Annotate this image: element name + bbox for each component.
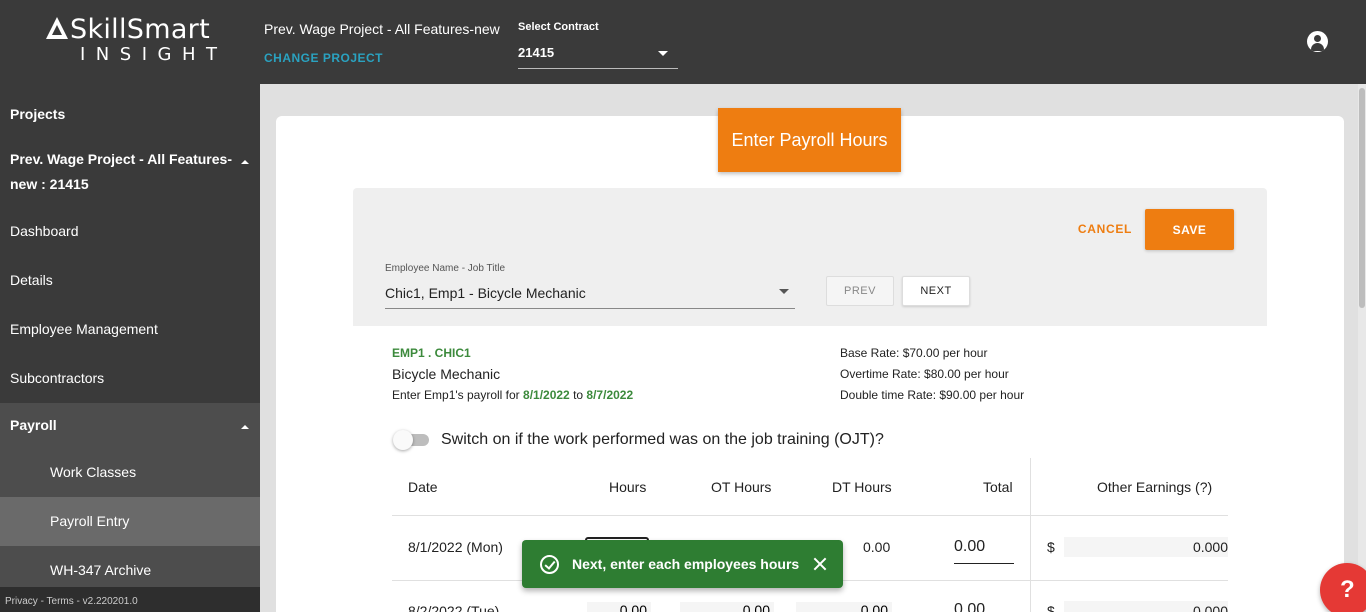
hours-input[interactable]: 0.00 bbox=[587, 602, 651, 612]
version-text: - v2.220201.0 bbox=[73, 596, 138, 607]
row-dt-hours: 0.00 bbox=[863, 539, 891, 555]
other-earnings-input[interactable]: 0.000 bbox=[1064, 601, 1228, 612]
double-time-rate: Double time Rate: $90.00 per hour bbox=[840, 388, 1025, 402]
chevron-down-icon bbox=[779, 289, 789, 294]
page-title: Enter Payroll Hours bbox=[718, 108, 901, 172]
row-total: 0.00 bbox=[954, 538, 1014, 564]
check-circle-icon bbox=[540, 555, 559, 574]
sidebar-item-subcontractors[interactable]: Subcontractors bbox=[0, 370, 260, 390]
current-project-name: Prev. Wage Project - All Features-new bbox=[264, 21, 500, 37]
row-total: 0.00 bbox=[954, 601, 986, 612]
sidebar-item-work-classes[interactable]: Work Classes bbox=[0, 448, 260, 497]
column-header-total: Total bbox=[983, 479, 1013, 495]
ojt-toggle-label: Switch on if the work performed was on t… bbox=[441, 431, 884, 448]
period-end: 8/7/2022 bbox=[586, 388, 634, 402]
table-divider bbox=[392, 515, 1228, 516]
column-header-other-earnings[interactable]: Other Earnings (?) bbox=[1097, 479, 1212, 495]
chevron-down-icon bbox=[658, 51, 668, 56]
contract-select-label: Select Contract bbox=[518, 21, 599, 33]
sidebar-item-employee-management[interactable]: Employee Management bbox=[0, 321, 260, 341]
sidebar-item-projects[interactable]: Projects bbox=[0, 106, 260, 126]
help-button[interactable]: ? bbox=[1320, 563, 1366, 612]
sidebar-item-details[interactable]: Details bbox=[0, 272, 260, 292]
top-bar: SkillSmart INSIGHT Prev. Wage Project - … bbox=[0, 0, 1366, 84]
privacy-link[interactable]: Privacy bbox=[5, 596, 38, 607]
contract-select[interactable]: 21415 bbox=[518, 40, 678, 69]
payroll-section: Payroll Work Classes Payroll Entry WH-34… bbox=[0, 403, 260, 589]
ot-hours-input[interactable]: 0.00 bbox=[680, 602, 774, 612]
account-circle-icon[interactable] bbox=[1307, 31, 1328, 52]
chevron-up-icon bbox=[241, 425, 249, 429]
employee-job-title: Bicycle Mechanic bbox=[392, 366, 501, 382]
logo-text: SkillSmart bbox=[70, 14, 210, 45]
next-employee-button[interactable]: NEXT bbox=[902, 276, 970, 306]
other-earnings-input[interactable]: 0.000 bbox=[1064, 537, 1228, 557]
sidebar-item-dashboard[interactable]: Dashboard bbox=[0, 223, 260, 243]
currency-symbol: $ bbox=[1047, 603, 1055, 612]
employee-select-value: Chic1, Emp1 - Bicycle Mechanic bbox=[385, 285, 586, 301]
employee-code: EMP1 . CHIC1 bbox=[392, 346, 471, 360]
logo-subtext: INSIGHT bbox=[80, 44, 228, 65]
base-rate: Base Rate: $70.00 per hour bbox=[840, 346, 988, 360]
column-header-dt-hours: DT Hours bbox=[832, 479, 892, 495]
success-toast: Next, enter each employees hours bbox=[522, 540, 843, 588]
toast-message: Next, enter each employees hours bbox=[572, 556, 800, 572]
cancel-button[interactable]: CANCEL bbox=[1072, 212, 1138, 246]
close-icon[interactable] bbox=[813, 557, 827, 571]
sidebar: Projects Prev. Wage Project - All Featur… bbox=[0, 84, 260, 612]
sidebar-item-payroll[interactable]: Payroll bbox=[0, 417, 260, 437]
contract-select-value: 21415 bbox=[518, 45, 555, 60]
skillsmart-logo[interactable]: SkillSmart INSIGHT bbox=[46, 14, 221, 66]
prev-employee-button[interactable]: PREV bbox=[826, 276, 894, 306]
chevron-up-icon bbox=[241, 160, 249, 164]
row-date: 8/1/2022 (Mon) bbox=[408, 539, 503, 555]
overtime-rate: Overtime Rate: $80.00 per hour bbox=[840, 367, 1009, 381]
sidebar-project-line2: new : 21415 bbox=[10, 176, 89, 192]
row-date: 8/2/2022 (Tue) bbox=[408, 603, 500, 612]
column-header-hours: Hours bbox=[609, 479, 647, 495]
employee-select-label: Employee Name - Job Title bbox=[385, 263, 506, 274]
terms-link[interactable]: Terms bbox=[47, 596, 74, 607]
column-divider bbox=[1030, 458, 1031, 612]
sidebar-item-current-project[interactable]: Prev. Wage Project - All Features- new :… bbox=[0, 150, 260, 198]
payroll-period: Enter Emp1's payroll for 8/1/2022 to 8/7… bbox=[392, 388, 634, 402]
sidebar-project-line1: Prev. Wage Project - All Features- bbox=[10, 151, 232, 167]
change-project-link[interactable]: CHANGE PROJECT bbox=[264, 51, 383, 65]
sidebar-item-payroll-entry[interactable]: Payroll Entry bbox=[0, 497, 260, 546]
column-header-date: Date bbox=[408, 479, 438, 495]
page-scrollbar[interactable] bbox=[1358, 84, 1366, 612]
currency-symbol: $ bbox=[1047, 539, 1055, 555]
employee-select[interactable]: Chic1, Emp1 - Bicycle Mechanic bbox=[385, 279, 795, 309]
footer-links: Privacy - Terms - v2.220201.0 bbox=[0, 587, 260, 612]
logo-triangle-icon bbox=[46, 17, 68, 39]
save-button[interactable]: SAVE bbox=[1145, 209, 1234, 250]
dt-hours-input[interactable]: 0.00 bbox=[796, 602, 892, 612]
column-header-ot-hours: OT Hours bbox=[711, 479, 772, 495]
period-start: 8/1/2022 bbox=[523, 388, 570, 402]
ojt-toggle[interactable] bbox=[393, 430, 429, 450]
